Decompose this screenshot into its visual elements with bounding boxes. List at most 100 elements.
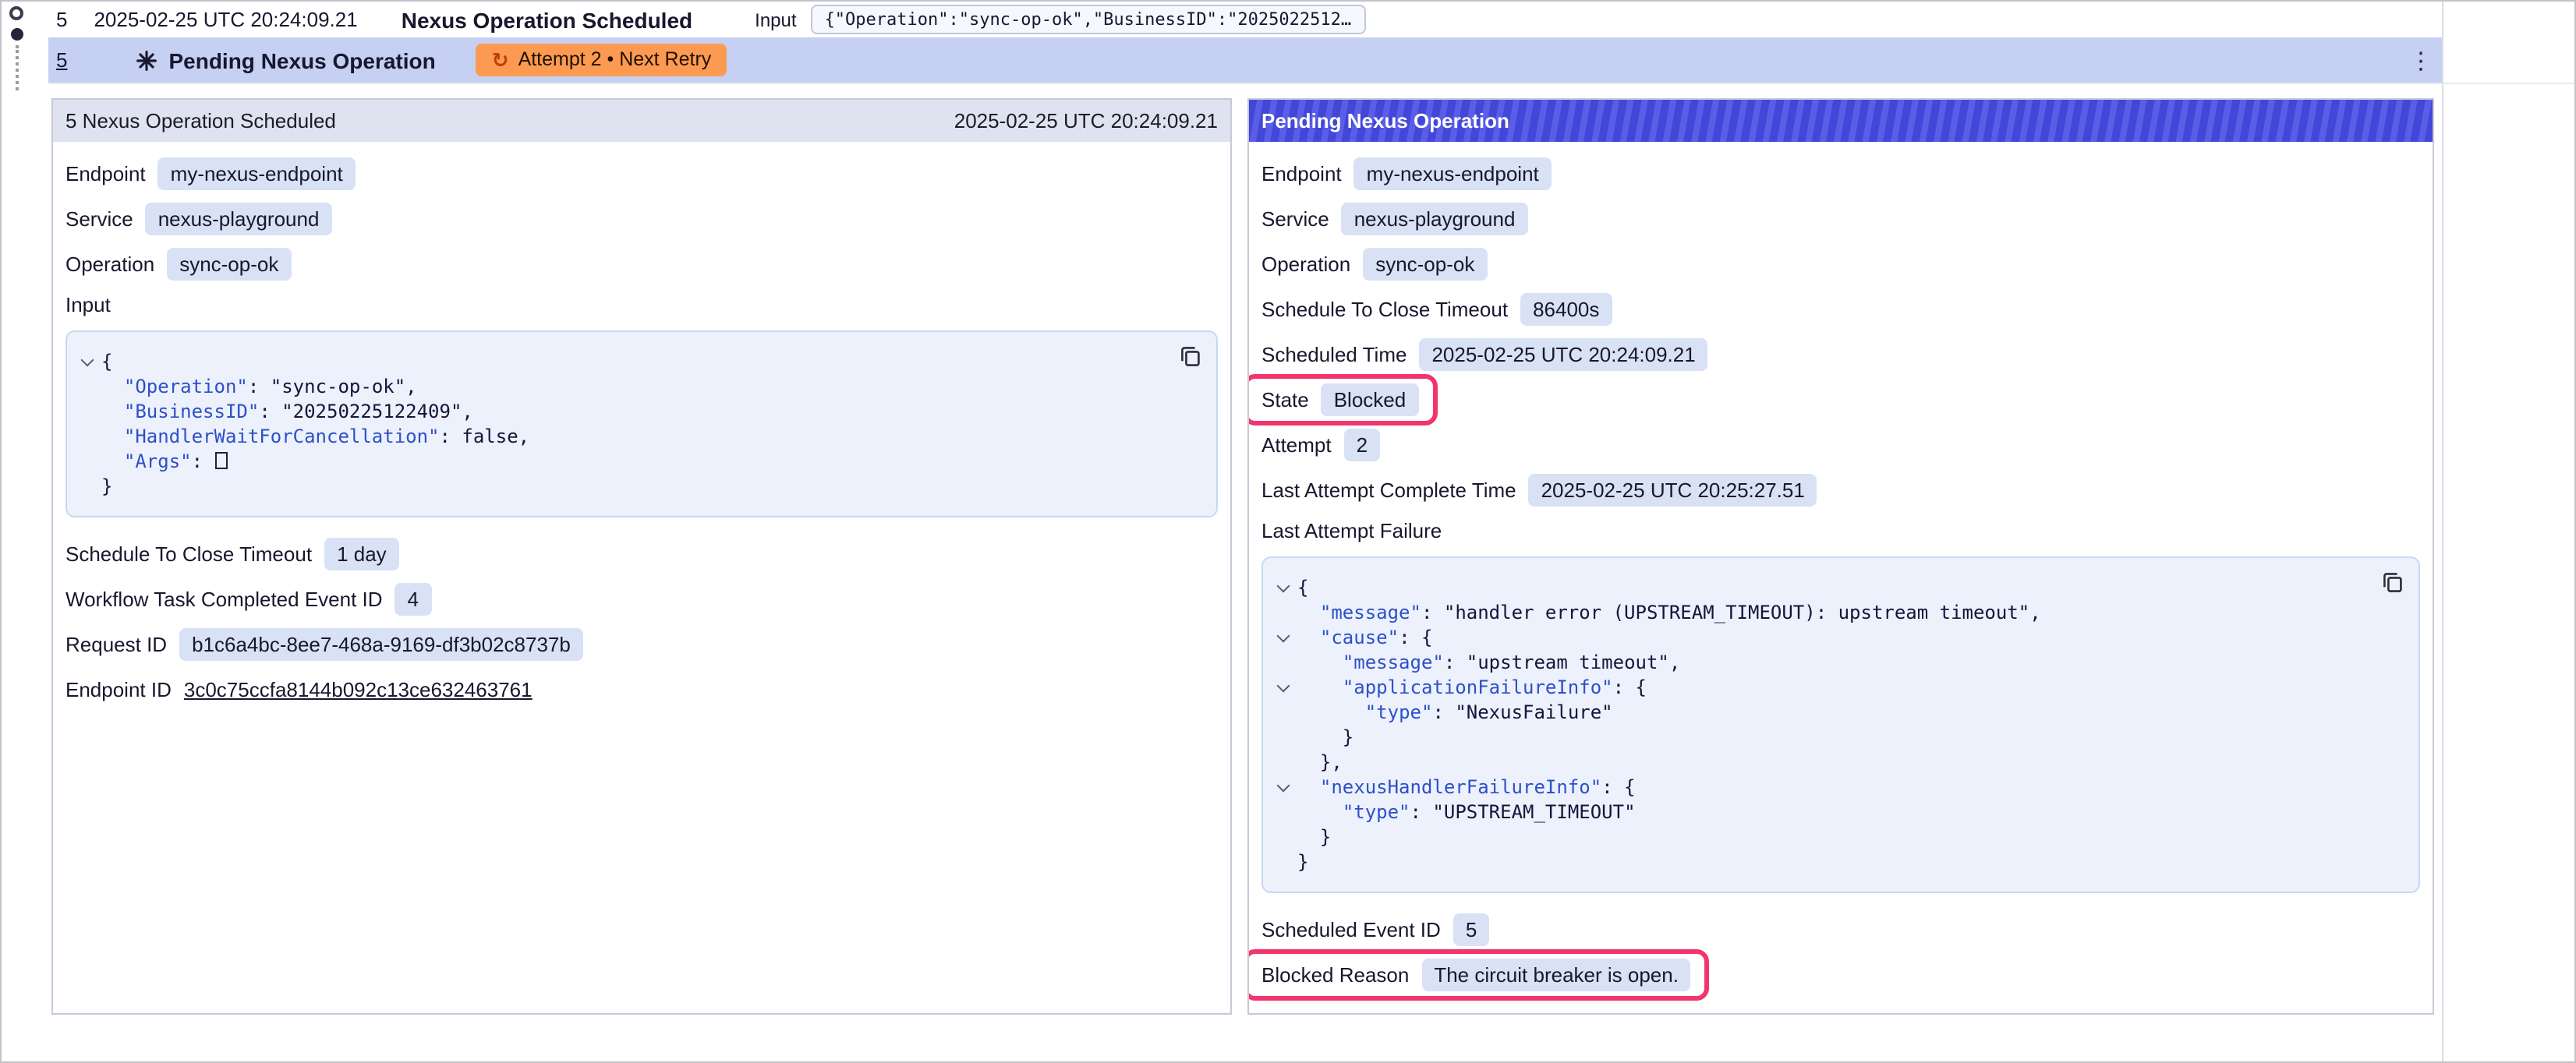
overflow-menu-icon[interactable]: ⋮	[2409, 46, 2433, 74]
field-label: Attempt	[1261, 433, 1332, 457]
code-text: "applicationFailureInfo": {	[1297, 675, 1647, 700]
event-id: 5	[56, 8, 67, 31]
failure-json-viewer: { "message": "handler error (UPSTREAM_TI…	[1261, 556, 2420, 893]
content-right-divider	[2442, 2, 2443, 1061]
scheduled-event-detail-panel: 5 Nexus Operation Scheduled 2025-02-25 U…	[51, 98, 1232, 1015]
code-line: }	[1272, 849, 2356, 874]
code-text: "message": "upstream timeout",	[1297, 650, 1680, 675]
field-value-chip: 5	[1453, 913, 1489, 946]
field-label: Workflow Task Completed Event ID	[65, 588, 383, 611]
field-label: Operation	[65, 253, 154, 276]
code-text: }	[1297, 725, 1353, 750]
field-label: Endpoint	[65, 162, 146, 185]
code-line: "type": "UPSTREAM_TIMEOUT"	[1272, 800, 2356, 825]
code-text: {	[101, 349, 112, 374]
pending-event-id-link[interactable]: 5	[56, 48, 67, 72]
pending-operation-row[interactable]: 5 Pending Nexus Operation ↻ Attempt 2 • …	[48, 37, 2442, 83]
code-text: "cause": {	[1297, 625, 1432, 650]
input-json-viewer: { "Operation": "sync-op-ok", "BusinessID…	[65, 330, 1218, 517]
copy-button[interactable]	[1179, 344, 1202, 368]
field-value-chip: 86400s	[1520, 293, 1612, 326]
field-row-scheduled-event-id: Scheduled Event ID 5	[1261, 913, 2420, 946]
collapse-chevron-icon[interactable]	[1272, 775, 1297, 800]
code-line: "HandlerWaitForCancellation": false,	[76, 424, 1154, 449]
scheduled-panel-title: 5 Nexus Operation Scheduled	[65, 109, 336, 132]
input-preview-chip[interactable]: {"Operation":"sync-op-ok","BusinessID":"…	[811, 5, 1366, 34]
field-row-last-attempt-complete: Last Attempt Complete Time 2025-02-25 UT…	[1261, 474, 2420, 507]
event-timestamp: 2025-02-25 UTC 20:24:09.21	[94, 8, 357, 31]
code-gutter	[76, 424, 101, 449]
endpoint-id-link[interactable]: 3c0c75ccfa8144b092c13ce632463761	[184, 678, 533, 701]
code-line: }	[76, 474, 1154, 499]
field-value-chip: sync-op-ok	[167, 248, 291, 281]
timeline-dotted-line	[16, 45, 19, 90]
field-value-chip: my-nexus-endpoint	[158, 157, 356, 190]
field-row-wft-completed-id: Workflow Task Completed Event ID 4	[65, 583, 1218, 616]
event-title: Nexus Operation Scheduled	[402, 7, 692, 32]
code-line: "Args":	[76, 449, 1154, 474]
code-gutter	[1272, 800, 1297, 825]
code-text: "type": "UPSTREAM_TIMEOUT"	[1297, 800, 1636, 825]
code-gutter	[76, 374, 101, 399]
blocked-reason-value-chip: The circuit breaker is open.	[1421, 959, 1691, 991]
failure-json-lines: { "message": "handler error (UPSTREAM_TI…	[1272, 575, 2356, 874]
field-row-blocked-reason: Blocked Reason The circuit breaker is op…	[1261, 959, 2420, 991]
code-line: "message": "upstream timeout",	[1272, 650, 2356, 675]
state-value-chip: Blocked	[1322, 383, 1419, 416]
code-gutter	[1272, 849, 1297, 874]
nexus-asterisk-icon	[136, 49, 157, 71]
copy-button[interactable]	[2381, 570, 2404, 594]
code-text: }	[101, 474, 112, 499]
timeline-node-open-icon	[9, 6, 23, 20]
code-line: "cause": {	[1272, 625, 2356, 650]
field-label: Service	[1261, 207, 1329, 231]
field-row-endpoint: Endpoint my-nexus-endpoint	[1261, 157, 2420, 190]
field-value-chip: b1c6a4bc-8ee7-468a-9169-df3b02c8737b	[179, 628, 583, 661]
collapse-chevron-icon[interactable]	[1272, 575, 1297, 600]
field-row-operation: Operation sync-op-ok	[1261, 248, 2420, 281]
field-label: Schedule To Close Timeout	[65, 542, 312, 566]
pending-panel-header: Pending Nexus Operation	[1249, 100, 2433, 142]
code-text: "Args":	[101, 449, 228, 474]
blocked-reason-annotation-highlight: Blocked Reason The circuit breaker is op…	[1247, 949, 1710, 1001]
collapse-chevron-icon[interactable]	[1272, 675, 1297, 700]
pending-panel-title: Pending Nexus Operation	[1261, 109, 1509, 132]
code-text: "Operation": "sync-op-ok",	[101, 374, 417, 399]
app-window: 5 2025-02-25 UTC 20:24:09.21 Nexus Opera…	[0, 0, 2576, 1063]
scheduled-panel-header: 5 Nexus Operation Scheduled 2025-02-25 U…	[53, 100, 1230, 142]
timeline-gutter	[2, 2, 48, 98]
field-label: Blocked Reason	[1261, 963, 1409, 987]
code-gutter	[1272, 750, 1297, 775]
field-row-state: State Blocked	[1261, 383, 2420, 416]
field-row-schedule-to-close: Schedule To Close Timeout 86400s	[1261, 293, 2420, 326]
pending-operation-title: Pending Nexus Operation	[168, 48, 435, 72]
field-row-schedule-to-close: Schedule To Close Timeout 1 day	[65, 538, 1218, 570]
code-line: {	[1272, 575, 2356, 600]
field-value-chip: my-nexus-endpoint	[1354, 157, 1552, 190]
field-label: Operation	[1261, 253, 1350, 276]
field-label: Service	[65, 207, 133, 231]
code-gutter	[1272, 600, 1297, 625]
field-row-endpoint: Endpoint my-nexus-endpoint	[65, 157, 1218, 190]
code-text: "BusinessID": "20250225122409",	[101, 399, 473, 424]
code-gutter	[1272, 725, 1297, 750]
event-row-scheduled[interactable]: 5 2025-02-25 UTC 20:24:09.21 Nexus Opera…	[48, 2, 2442, 37]
code-line: },	[1272, 750, 2356, 775]
code-line: {	[76, 349, 1154, 374]
field-row-request-id: Request ID b1c6a4bc-8ee7-468a-9169-df3b0…	[65, 628, 1218, 661]
field-value-chip: sync-op-ok	[1363, 248, 1487, 281]
field-label: State	[1261, 388, 1309, 411]
code-line: "applicationFailureInfo": {	[1272, 675, 2356, 700]
collapse-chevron-icon[interactable]	[76, 349, 101, 374]
input-section-label: Input	[65, 293, 1218, 316]
retry-icon: ↻	[492, 50, 509, 70]
collapse-chevron-icon[interactable]	[1272, 625, 1297, 650]
code-text: "nexusHandlerFailureInfo": {	[1297, 775, 1636, 800]
code-line: }	[1272, 725, 2356, 750]
field-label: Endpoint	[1261, 162, 1342, 185]
empty-array-icon	[216, 452, 228, 469]
field-value-chip: 4	[395, 583, 431, 616]
code-text: {	[1297, 575, 1308, 600]
code-text: }	[1297, 825, 1331, 849]
code-gutter	[1272, 650, 1297, 675]
